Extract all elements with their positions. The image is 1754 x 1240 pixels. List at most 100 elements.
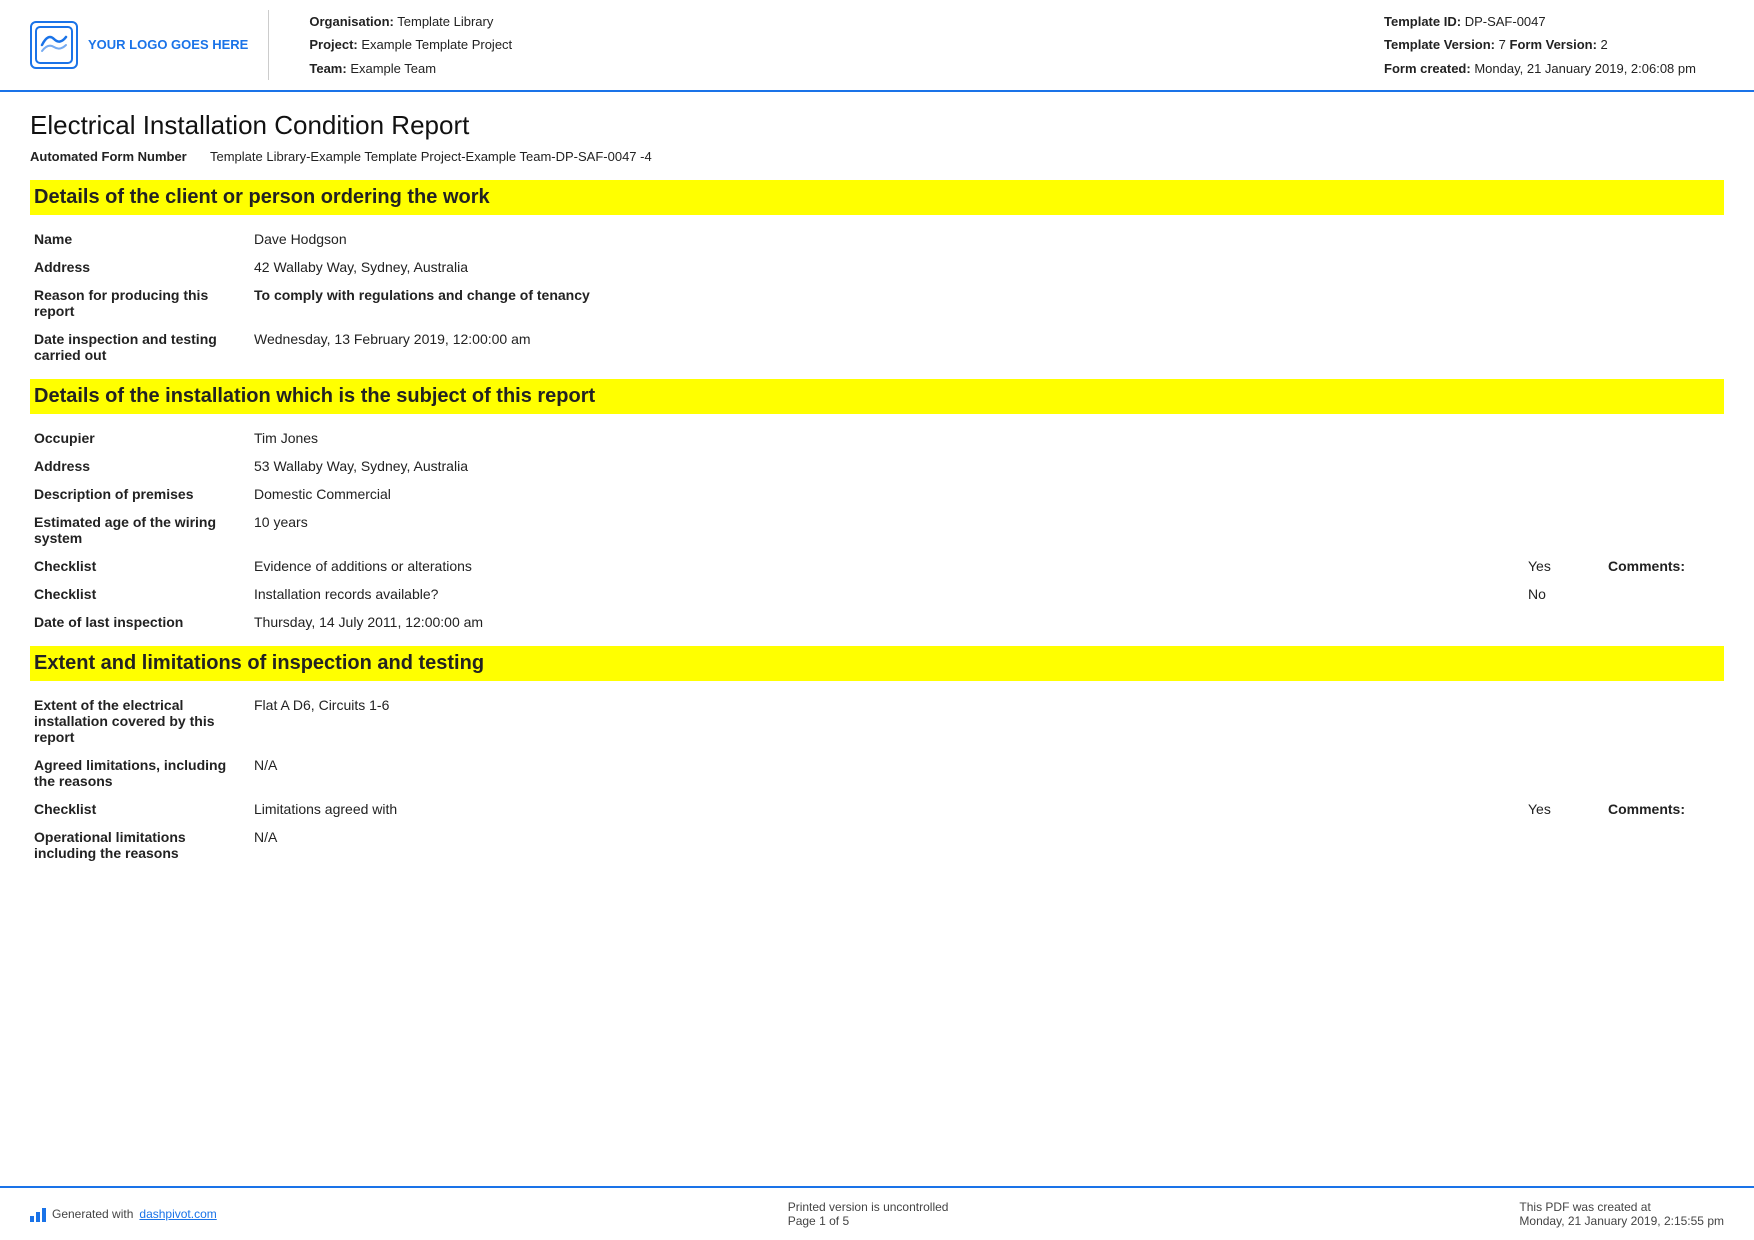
section-extent-heading: Extent and limitations of inspection and… [30, 646, 1724, 681]
table-row: ChecklistInstallation records available?… [30, 580, 1724, 608]
field-comments [1604, 281, 1724, 325]
section-installation-heading: Details of the installation which is the… [30, 379, 1724, 414]
dashpivot-link[interactable]: dashpivot.com [139, 1207, 216, 1221]
version-line: Template Version: 7 Form Version: 2 [1384, 33, 1724, 56]
page-current: 1 [819, 1214, 826, 1228]
field-yes-no: Yes [1524, 795, 1604, 823]
table-row: ChecklistEvidence of additions or altera… [30, 552, 1724, 580]
field-yes-no [1524, 225, 1604, 253]
template-version-value: 7 [1499, 37, 1506, 52]
header: YOUR LOGO GOES HERE Organisation: Templa… [0, 0, 1754, 92]
client-table: NameDave HodgsonAddress42 Wallaby Way, S… [30, 225, 1724, 369]
template-id-label: Template ID: [1384, 14, 1461, 29]
generated-label: Generated with [52, 1207, 133, 1221]
header-org-info: Organisation: Template Library Project: … [289, 10, 1364, 80]
table-row: Description of premisesDomestic Commerci… [30, 480, 1724, 508]
footer-right: This PDF was created at Monday, 21 Janua… [1519, 1200, 1724, 1228]
field-value: Evidence of additions or alterations [250, 552, 1524, 580]
template-version-label: Template Version: [1384, 37, 1495, 52]
field-yes-no [1524, 508, 1604, 552]
team-label: Team: [309, 61, 346, 76]
footer-center: Printed version is uncontrolled Page 1 o… [788, 1200, 949, 1228]
field-yes-no: Yes [1524, 552, 1604, 580]
footer: Generated with dashpivot.com Printed ver… [0, 1186, 1754, 1240]
field-value: Wednesday, 13 February 2019, 12:00:00 am [250, 325, 1524, 369]
table-row: Estimated age of the wiring system10 yea… [30, 508, 1724, 552]
section-client-heading: Details of the client or person ordering… [30, 180, 1724, 215]
field-value: To comply with regulations and change of… [250, 281, 1524, 325]
field-value: Limitations agreed with [250, 795, 1524, 823]
team-line: Team: Example Team [309, 57, 1364, 80]
org-line: Organisation: Template Library [309, 10, 1364, 33]
field-comments [1604, 225, 1724, 253]
field-label: Occupier [30, 424, 250, 452]
field-yes-no [1524, 691, 1604, 751]
field-comments [1604, 508, 1724, 552]
team-value: Example Team [350, 61, 436, 76]
automated-form-row: Automated Form Number Template Library-E… [30, 149, 1724, 164]
field-comments [1604, 691, 1724, 751]
field-label: Address [30, 452, 250, 480]
pdf-created-label: This PDF was created at [1519, 1200, 1724, 1214]
installation-table: OccupierTim JonesAddress53 Wallaby Way, … [30, 424, 1724, 636]
field-value: 53 Wallaby Way, Sydney, Australia [250, 452, 1524, 480]
logo-section: YOUR LOGO GOES HERE [30, 10, 269, 80]
table-row: ChecklistLimitations agreed withYesComme… [30, 795, 1724, 823]
project-label: Project: [309, 37, 357, 52]
field-comments: Comments: [1604, 795, 1724, 823]
footer-left: Generated with dashpivot.com [30, 1206, 217, 1222]
field-comments [1604, 325, 1724, 369]
report-title: Electrical Installation Condition Report [30, 110, 1724, 141]
field-label: Checklist [30, 580, 250, 608]
form-created-line: Form created: Monday, 21 January 2019, 2… [1384, 57, 1724, 80]
field-value: Tim Jones [250, 424, 1524, 452]
org-label: Organisation: [309, 14, 394, 29]
table-row: Agreed limitations, including the reason… [30, 751, 1724, 795]
project-value: Example Template Project [361, 37, 512, 52]
form-version-value: 2 [1601, 37, 1608, 52]
table-row: Date of last inspectionThursday, 14 July… [30, 608, 1724, 636]
field-label: Name [30, 225, 250, 253]
field-label: Operational limitations including the re… [30, 823, 250, 867]
field-value: Installation records available? [250, 580, 1524, 608]
field-label: Estimated age of the wiring system [30, 508, 250, 552]
field-comments [1604, 580, 1724, 608]
field-comments [1604, 253, 1724, 281]
logo-text: YOUR LOGO GOES HERE [88, 37, 248, 54]
table-row: Date inspection and testing carried outW… [30, 325, 1724, 369]
field-label: Date inspection and testing carried out [30, 325, 250, 369]
field-label: Agreed limitations, including the reason… [30, 751, 250, 795]
field-comments [1604, 608, 1724, 636]
field-yes-no: No [1524, 580, 1604, 608]
field-label: Description of premises [30, 480, 250, 508]
project-line: Project: Example Template Project [309, 33, 1364, 56]
page-info: Page 1 of 5 [788, 1214, 949, 1228]
page-label: Page [788, 1214, 816, 1228]
field-yes-no [1524, 253, 1604, 281]
field-comments [1604, 452, 1724, 480]
table-row: Operational limitations including the re… [30, 823, 1724, 867]
field-yes-no [1524, 480, 1604, 508]
field-value: Flat A D6, Circuits 1-6 [250, 691, 1524, 751]
automated-form-value: Template Library-Example Template Projec… [210, 149, 652, 164]
form-version-label: Form Version: [1510, 37, 1597, 52]
page: YOUR LOGO GOES HERE Organisation: Templa… [0, 0, 1754, 1240]
automated-form-label: Automated Form Number [30, 149, 190, 164]
field-comments [1604, 823, 1724, 867]
field-comments [1604, 480, 1724, 508]
printed-version: Printed version is uncontrolled [788, 1200, 949, 1214]
field-value: N/A [250, 823, 1524, 867]
field-value: N/A [250, 751, 1524, 795]
field-value: Domestic Commercial [250, 480, 1524, 508]
extent-table: Extent of the electrical installation co… [30, 691, 1724, 867]
header-template-info: Template ID: DP-SAF-0047 Template Versio… [1384, 10, 1724, 80]
table-row: OccupierTim Jones [30, 424, 1724, 452]
pdf-created-value: Monday, 21 January 2019, 2:15:55 pm [1519, 1214, 1724, 1228]
form-created-label: Form created: [1384, 61, 1471, 76]
page-of: of 5 [829, 1214, 849, 1228]
logo-icon [30, 21, 78, 69]
field-value: Dave Hodgson [250, 225, 1524, 253]
table-row: Reason for producing this reportTo compl… [30, 281, 1724, 325]
field-yes-no [1524, 823, 1604, 867]
field-label: Date of last inspection [30, 608, 250, 636]
